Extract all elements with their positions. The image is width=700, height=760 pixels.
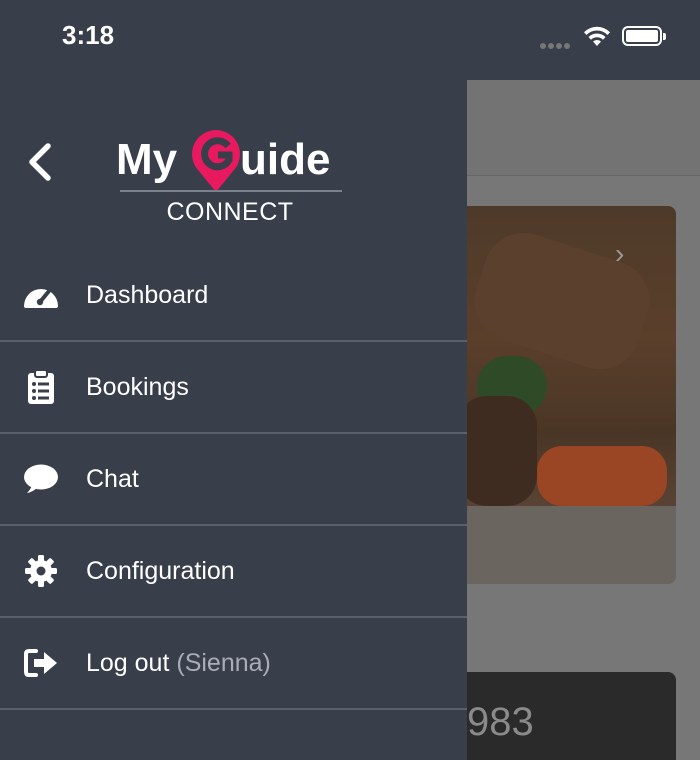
signal-icon: [540, 36, 572, 54]
menu-item-label: Chat: [86, 464, 139, 493]
side-drawer: My uide CONNECT Dashboard Bookings Chat …: [0, 80, 467, 760]
logout-label: Log out: [86, 648, 170, 677]
logout-icon: [22, 644, 60, 682]
back-chevron-icon[interactable]: [22, 140, 58, 184]
logo-text-connect: CONNECT: [166, 198, 294, 226]
menu-item-configuration[interactable]: Configuration: [0, 526, 467, 618]
menu-item-chat[interactable]: Chat: [0, 434, 467, 526]
logo-text-my: My: [116, 135, 178, 184]
logo-divider: [120, 190, 342, 192]
status-bar: 3:18: [0, 0, 700, 80]
menu-item-dashboard[interactable]: Dashboard: [0, 250, 467, 342]
chevron-right-icon: ›: [615, 238, 625, 269]
clipboard-list-icon: [22, 368, 60, 406]
background-header: [467, 80, 700, 176]
status-time: 3:18: [62, 20, 115, 50]
background-counter-card: 983: [467, 672, 676, 760]
menu-item-label: Configuration: [86, 556, 235, 585]
logo-text-uide: uide: [240, 135, 331, 184]
logout-username: (Sienna): [176, 648, 271, 677]
battery-icon: [622, 26, 666, 46]
myguide-connect-logo: My uide CONNECT: [116, 124, 346, 234]
drawer-menu: Dashboard Bookings Chat Configuration Lo…: [0, 250, 467, 710]
menu-item-logout[interactable]: Log out (Sienna): [0, 618, 467, 710]
chat-bubble-icon: [22, 460, 60, 498]
logo-g-pin-icon: [192, 130, 240, 192]
dashboard-gauge-icon: [22, 276, 60, 314]
background-food-image-card: ›: [467, 206, 676, 584]
menu-item-bookings[interactable]: Bookings: [0, 342, 467, 434]
wifi-icon: [584, 26, 610, 46]
menu-item-label: Bookings: [86, 372, 189, 401]
menu-item-label: Dashboard: [86, 280, 209, 309]
menu-item-label: Log out (Sienna): [86, 649, 271, 678]
gear-icon: [22, 552, 60, 590]
background-counter-value: 983: [467, 700, 534, 744]
